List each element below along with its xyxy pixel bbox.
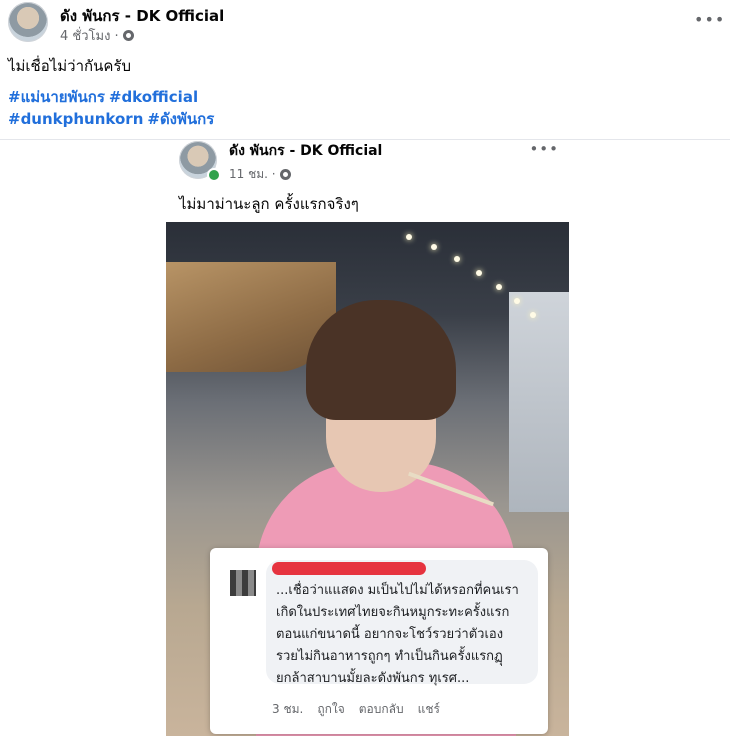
post-photo: ...เชื่อว่าแแสดง มเป็นไปไม่ได้หรอกที่คนเ… xyxy=(166,222,569,736)
hashtag-link[interactable]: #แม่นายพันกร xyxy=(8,88,105,106)
post-header: ดัง พันกร - DK Official 4 ชั่วโมง · ••• xyxy=(8,2,724,46)
comment-text: ...เชื่อว่าแแสดง มเป็นไปไม่ได้หรอกที่คนเ… xyxy=(276,583,519,686)
embedded-more-icon: ••• xyxy=(529,140,559,158)
embedded-caption: ไม่มาม่านะลูก ครั้งแรกจริงๆ xyxy=(179,195,359,213)
embedded-post-meta: 11 ชม. · xyxy=(229,165,291,184)
person-hair xyxy=(306,300,456,420)
commenter-avatar xyxy=(230,570,256,596)
redacted-commenter-name xyxy=(272,562,426,575)
comment-share: แชร์ xyxy=(417,702,440,716)
comment-age: 3 ชม. xyxy=(272,702,304,716)
comment-like: ถูกใจ xyxy=(317,702,345,716)
embedded-screenshot[interactable]: ดัง พันกร - DK Official 11 ชม. · ••• ไม่… xyxy=(166,140,569,736)
post-meta: 4 ชั่วโมง · xyxy=(60,25,134,46)
post-caption: ไม่เชื่อไม่ว่ากันครับ xyxy=(8,57,131,75)
hashtag-link[interactable]: #ดังพันกร xyxy=(147,110,214,128)
online-status-dot xyxy=(207,168,221,182)
hashtag-list: #แม่นายพันกร #dkofficial #dunkphunkorn #ดั… xyxy=(8,86,218,130)
post-time[interactable]: 4 ชั่วโมง · xyxy=(60,25,119,46)
globe-icon xyxy=(279,169,291,180)
globe-icon xyxy=(122,30,134,41)
hashtag-link[interactable]: #dunkphunkorn xyxy=(8,110,143,128)
embedded-author-name: ดัง พันกร - DK Official xyxy=(229,143,383,159)
hashtag-link[interactable]: #dkofficial xyxy=(109,88,198,106)
comment-card: ...เชื่อว่าแแสดง มเป็นไปไม่ได้หรอกที่คนเ… xyxy=(210,548,548,734)
comment-bubble: ...เชื่อว่าแแสดง มเป็นไปไม่ได้หรอกที่คนเ… xyxy=(266,560,538,686)
embedded-post-time: 11 ชม. · xyxy=(229,167,276,181)
comment-reply: ตอบกลับ xyxy=(358,702,404,716)
author-avatar[interactable] xyxy=(8,2,48,42)
comment-actions: 3 ชม. ถูกใจ ตอบกลับ แชร์ xyxy=(272,700,440,719)
more-options-button[interactable]: ••• xyxy=(694,10,724,29)
